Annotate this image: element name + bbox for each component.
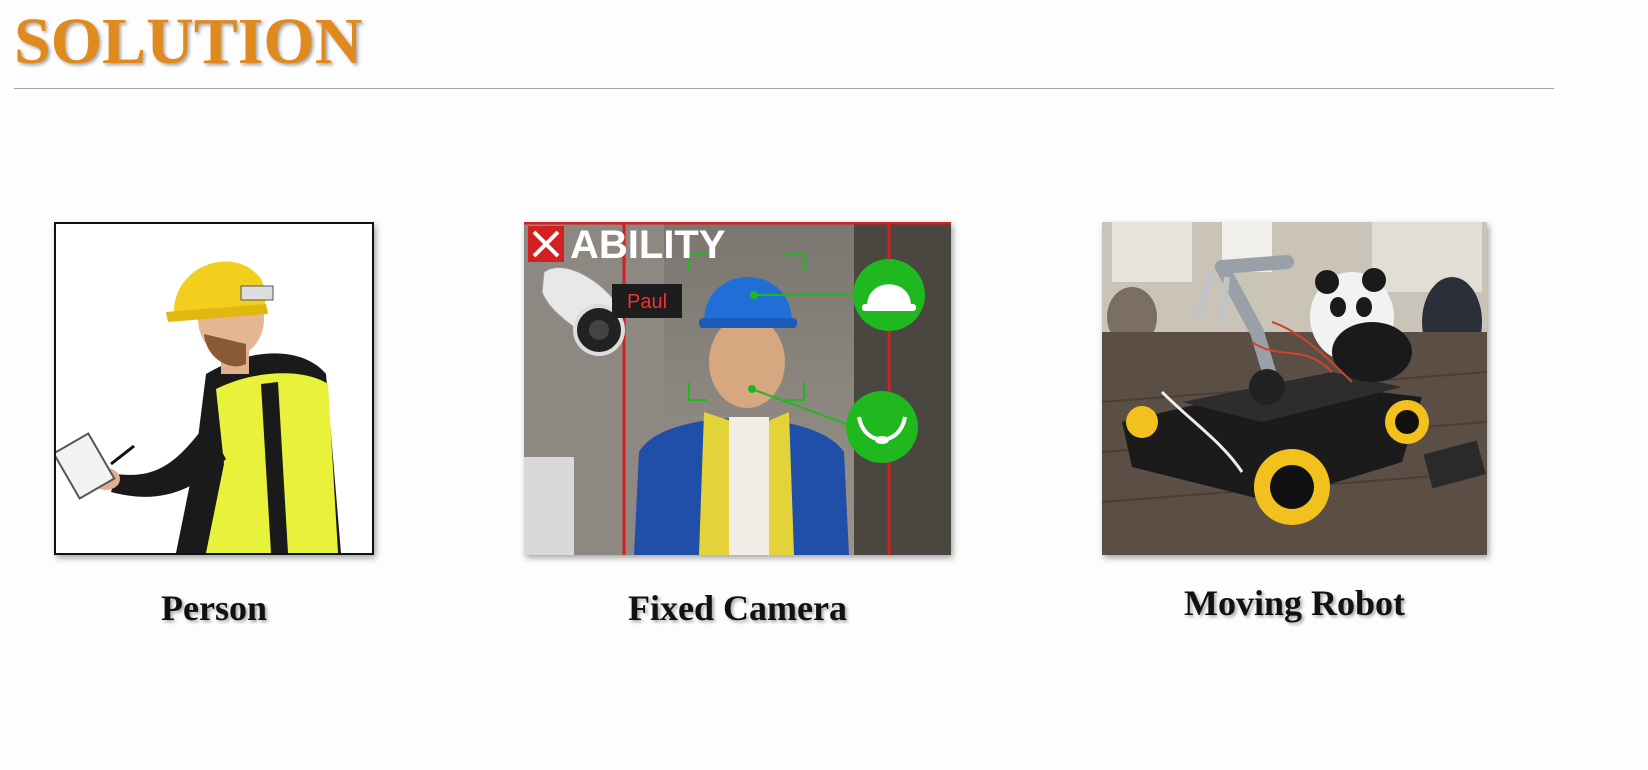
brand-watermark: ABILITY xyxy=(570,223,726,267)
fixed-camera-caption: Fixed Camera xyxy=(628,588,847,628)
person-caption: Person xyxy=(161,588,267,628)
slide-title: SOLUTION xyxy=(14,5,363,78)
person-image xyxy=(54,222,374,555)
moving-robot-image xyxy=(1102,222,1487,555)
name-tag-label: Paul xyxy=(627,291,667,313)
hard-hat-icon xyxy=(853,259,925,331)
mecanum-wheel-icon xyxy=(1254,449,1330,525)
chin-strap-icon xyxy=(846,391,918,463)
moving-robot-caption: Moving Robot xyxy=(1183,583,1405,623)
fixed-camera-image: Paul ABILITY xyxy=(524,222,951,555)
title-divider xyxy=(14,88,1554,89)
